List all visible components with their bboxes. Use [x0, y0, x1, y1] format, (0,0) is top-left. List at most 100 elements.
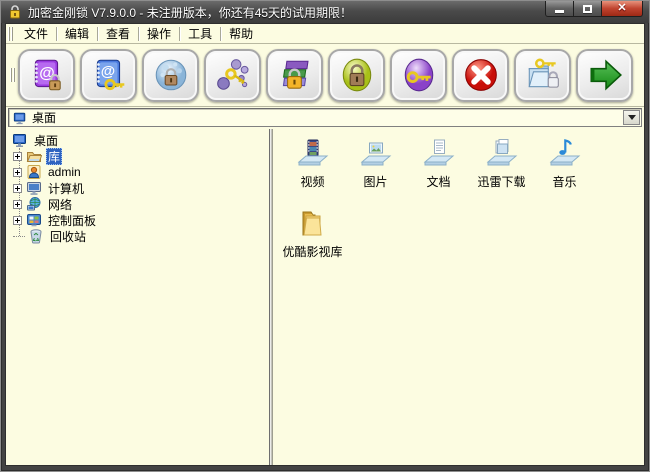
tree-connector-stub [13, 236, 25, 237]
client-area: 文件 编辑 查看 操作 工具 帮助 @ [5, 23, 645, 466]
icon-grid: 视频 图片 [281, 135, 644, 275]
addressbook-lock-icon: @ [28, 56, 66, 94]
library-item-thunder-download[interactable]: 迅雷下载 [470, 135, 533, 205]
tree-item-admin[interactable]: admin [8, 164, 269, 180]
molecule-key-icon [214, 56, 252, 94]
orb-lock-icon [338, 56, 376, 94]
item-label: 文档 [426, 173, 450, 190]
documents-library-icon [421, 135, 457, 171]
desktop-icon [12, 111, 28, 125]
libraries-icon [26, 148, 42, 164]
tree-item-computer[interactable]: 计算机 [8, 180, 269, 196]
library-item-pictures[interactable]: 图片 [344, 135, 407, 205]
toolbar-button-key[interactable] [390, 49, 447, 102]
downloads-library-icon [484, 135, 520, 171]
pictures-library-icon [358, 135, 394, 171]
toolbar-button-encrypt-book[interactable]: @ [18, 49, 75, 102]
toolbar-button-archive-lock[interactable] [266, 49, 323, 102]
desktop-icon [12, 132, 28, 148]
toolbar-button-lock[interactable] [328, 49, 385, 102]
tree-item-network[interactable]: 网络 [8, 196, 269, 212]
addressbar-container: 桌面 [6, 107, 644, 129]
user-icon [26, 164, 42, 180]
toolbar-button-cancel[interactable] [452, 49, 509, 102]
network-icon [26, 196, 42, 212]
menu-help[interactable]: 帮助 [221, 23, 261, 44]
tree-label[interactable]: 网络 [46, 196, 74, 213]
library-item-documents[interactable]: 文档 [407, 135, 470, 205]
toolbar: @ @ [6, 44, 644, 107]
expand-icon[interactable] [13, 184, 22, 193]
item-label: 迅雷下载 [477, 173, 525, 190]
menubar: 文件 编辑 查看 操作 工具 帮助 [6, 24, 644, 44]
menubar-gripper[interactable] [8, 27, 13, 41]
window-title: 加密金刚锁 V7.9.0.0 - 未注册版本，你还有45天的试用期限！ [28, 4, 352, 21]
window-controls: ✕ [545, 1, 643, 17]
sphere-lock-icon [152, 56, 190, 94]
archive-lock-icon [276, 56, 314, 94]
control-panel-icon [26, 212, 42, 228]
address-value: 桌面 [32, 109, 623, 126]
videos-library-icon [295, 135, 331, 171]
item-label: 视频 [300, 173, 324, 190]
exit-arrow-icon [586, 56, 624, 94]
main-area: 桌面 库 [6, 129, 644, 465]
folder-item-youku[interactable]: 优酷影视库 [281, 205, 344, 275]
maximize-button[interactable] [574, 1, 601, 17]
menu-edit[interactable]: 编辑 [57, 23, 97, 44]
expand-icon[interactable] [13, 216, 22, 225]
menu-tools[interactable]: 工具 [180, 23, 220, 44]
toolbar-button-molecule-key[interactable] [204, 49, 261, 102]
orb-x-icon [462, 56, 500, 94]
app-lock-icon[interactable] [7, 4, 23, 20]
music-library-icon [547, 135, 583, 171]
toolbar-button-sphere-lock[interactable] [142, 49, 199, 102]
toolbar-button-decrypt-book[interactable]: @ [80, 49, 137, 102]
addressbook-key-icon: @ [90, 56, 128, 94]
tree-label[interactable]: admin [46, 165, 83, 179]
minimize-icon [555, 10, 564, 13]
folder-tree: 桌面 库 [8, 132, 269, 244]
library-item-music[interactable]: 音乐 [533, 135, 596, 205]
chevron-down-icon [628, 115, 636, 124]
tree-item-control-panel[interactable]: 控制面板 [8, 212, 269, 228]
orb-key-icon [400, 56, 438, 94]
expand-icon[interactable] [13, 168, 22, 177]
close-button[interactable]: ✕ [601, 1, 643, 17]
expand-icon[interactable] [13, 152, 22, 161]
recycle-bin-icon [28, 228, 44, 244]
maximize-icon [583, 5, 592, 13]
item-label: 图片 [363, 173, 387, 190]
tree-item-libraries[interactable]: 库 [8, 148, 269, 164]
toolbar-button-folder-key[interactable] [514, 49, 571, 102]
address-combobox[interactable]: 桌面 [8, 108, 642, 127]
titlebar: 加密金刚锁 V7.9.0.0 - 未注册版本，你还有45天的试用期限！ ✕ [1, 1, 649, 23]
svg-text:@: @ [39, 65, 54, 82]
tree-label[interactable]: 控制面板 [46, 212, 98, 229]
close-icon: ✕ [617, 3, 626, 14]
menu-view[interactable]: 查看 [98, 23, 138, 44]
computer-icon [26, 180, 42, 196]
tree-label[interactable]: 计算机 [46, 180, 86, 197]
minimize-button[interactable] [545, 1, 574, 17]
menu-action[interactable]: 操作 [139, 23, 179, 44]
tree-children: 库 admin [8, 148, 269, 244]
folder-tree-panel: 桌面 库 [6, 129, 270, 465]
item-label: 优酷影视库 [282, 243, 342, 260]
tree-label[interactable]: 桌面 [32, 132, 60, 149]
tree-label[interactable]: 回收站 [48, 228, 88, 245]
expand-icon[interactable] [13, 200, 22, 209]
toolbar-gripper[interactable] [10, 68, 15, 82]
folder-key-lock-icon [524, 56, 562, 94]
svg-text:@: @ [100, 64, 114, 80]
tree-item-recycle-bin[interactable]: 回收站 [8, 228, 269, 244]
file-list-panel: 视频 图片 [273, 129, 644, 465]
menu-file[interactable]: 文件 [16, 23, 56, 44]
library-item-videos[interactable]: 视频 [281, 135, 344, 205]
tree-label-selected[interactable]: 库 [46, 148, 62, 165]
app-window: 加密金刚锁 V7.9.0.0 - 未注册版本，你还有45天的试用期限！ ✕ 文件… [0, 0, 650, 472]
address-dropdown-button[interactable] [623, 110, 640, 125]
folder-icon [295, 205, 331, 241]
toolbar-button-exit[interactable] [576, 49, 633, 102]
tree-item-desktop[interactable]: 桌面 [8, 132, 269, 148]
